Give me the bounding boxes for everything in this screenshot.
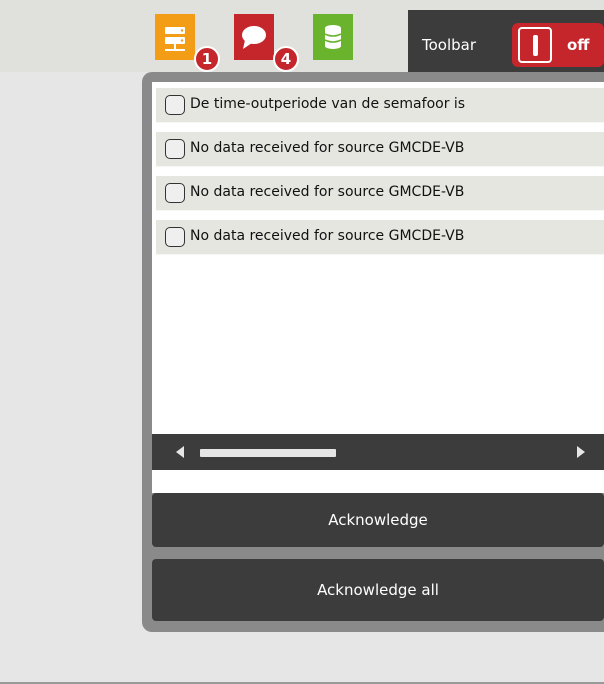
alarm-text: No data received for source GMCDE-VB (190, 184, 465, 200)
alarm-text: De time-outperiode van de semafoor is (190, 96, 466, 112)
horizontal-scrollbar[interactable] (152, 434, 604, 470)
alarm-list: De time-outperiode van de semafoor is No… (152, 82, 604, 493)
toolbar-label: Toolbar (422, 36, 477, 54)
alarm-checkbox[interactable] (165, 227, 185, 247)
alarm-row[interactable]: No data received for source GMCDE-VB (156, 176, 604, 211)
server-alert-badge: 1 (194, 46, 220, 72)
alarm-checkbox[interactable] (165, 139, 185, 159)
alarm-checkbox[interactable] (165, 95, 185, 115)
toolbar-section: Toolbar off (408, 10, 604, 72)
alarm-text: No data received for source GMCDE-VB (190, 228, 465, 244)
messages-button[interactable] (234, 14, 274, 60)
scroll-right-icon[interactable] (577, 446, 585, 458)
alarm-row[interactable]: De time-outperiode van de semafoor is (156, 88, 604, 123)
server-button[interactable] (155, 14, 195, 60)
database-button[interactable] (313, 14, 353, 60)
toggle-knob (518, 27, 552, 63)
alarm-row[interactable]: No data received for source GMCDE-VB (156, 220, 604, 255)
acknowledge-button[interactable]: Acknowledge (152, 493, 604, 547)
background-area (0, 72, 142, 684)
database-icon (324, 25, 342, 49)
alarm-checkbox[interactable] (165, 183, 185, 203)
scrollbar-thumb[interactable] (200, 449, 336, 457)
toggle-state-label: off (567, 36, 590, 54)
scroll-left-icon[interactable] (176, 446, 184, 458)
server-icon (165, 27, 185, 51)
toolbar-toggle[interactable]: off (512, 23, 604, 67)
acknowledge-all-button[interactable]: Acknowledge all (152, 559, 604, 621)
messages-count-badge: 4 (273, 46, 299, 72)
alarm-row[interactable]: No data received for source GMCDE-VB (156, 132, 604, 167)
alarm-text: No data received for source GMCDE-VB (190, 140, 465, 156)
chat-icon (242, 26, 266, 49)
alarm-panel: De time-outperiode van de semafoor is No… (142, 72, 604, 632)
